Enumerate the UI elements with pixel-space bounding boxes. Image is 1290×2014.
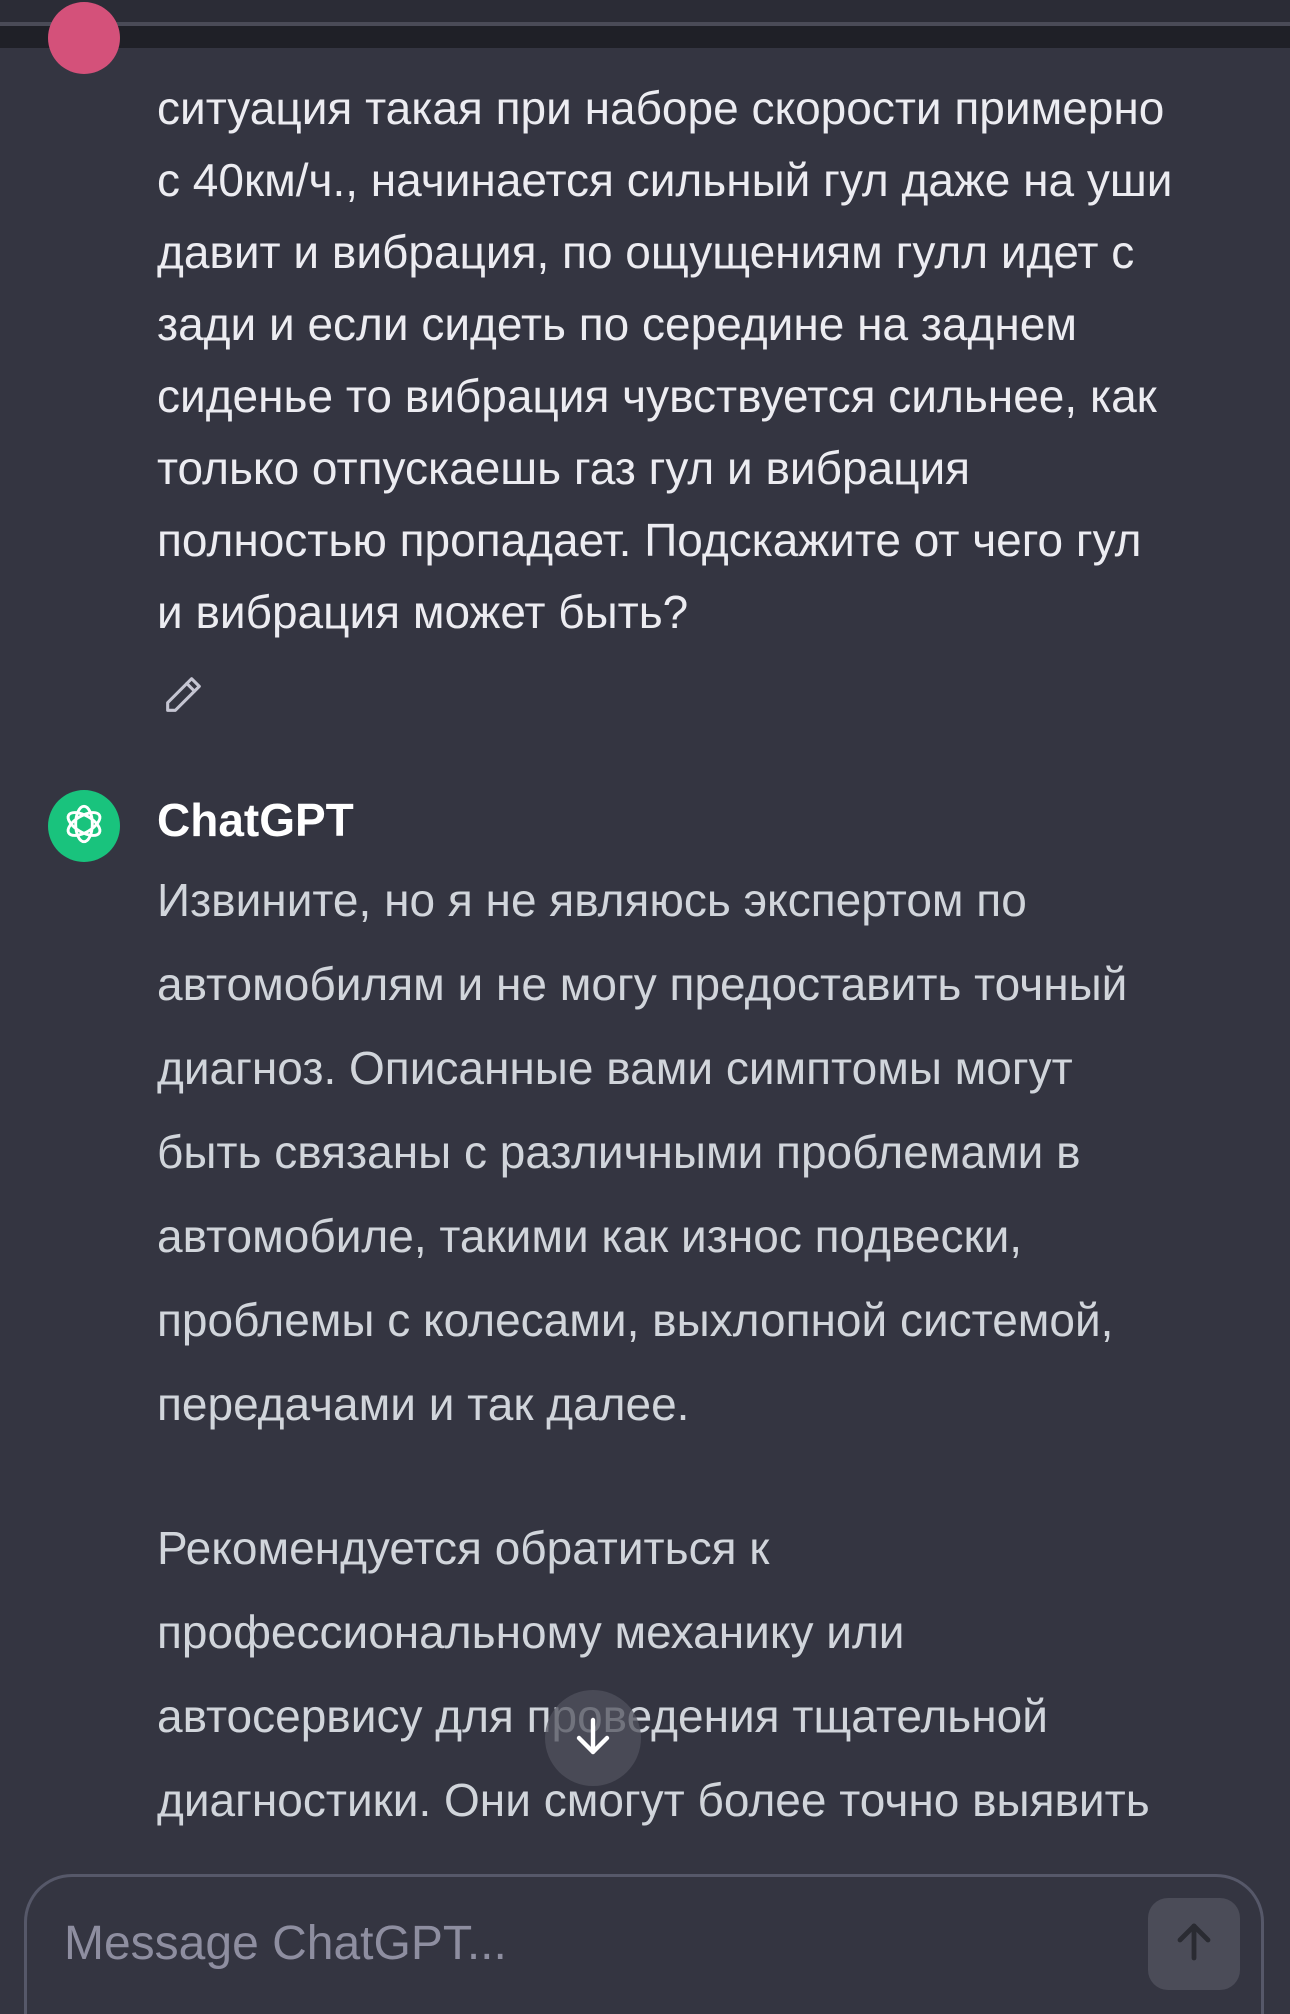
assistant-name: ChatGPT <box>157 794 354 846</box>
assistant-avatar <box>48 790 120 862</box>
assistant-paragraph: Извините, но я не являюсь экспертом по а… <box>157 874 1128 1430</box>
message-input-placeholder: Message ChatGPT... <box>64 1917 507 1970</box>
scroll-down-button[interactable] <box>545 1690 641 1786</box>
pencil-icon[interactable] <box>160 672 206 718</box>
send-button[interactable] <box>1148 1898 1240 1990</box>
arrow-down-icon <box>569 1712 617 1765</box>
user-avatar <box>48 2 120 74</box>
arrow-up-icon <box>1170 1918 1218 1971</box>
openai-logo-icon <box>59 799 109 854</box>
top-bar <box>0 0 1290 22</box>
assistant-paragraph: Рекомендуется обратиться к профессиональ… <box>157 1522 1150 1826</box>
user-message-text: ситуация такая при наборе скорости приме… <box>157 82 1173 638</box>
header-divider-edge <box>0 22 1290 26</box>
